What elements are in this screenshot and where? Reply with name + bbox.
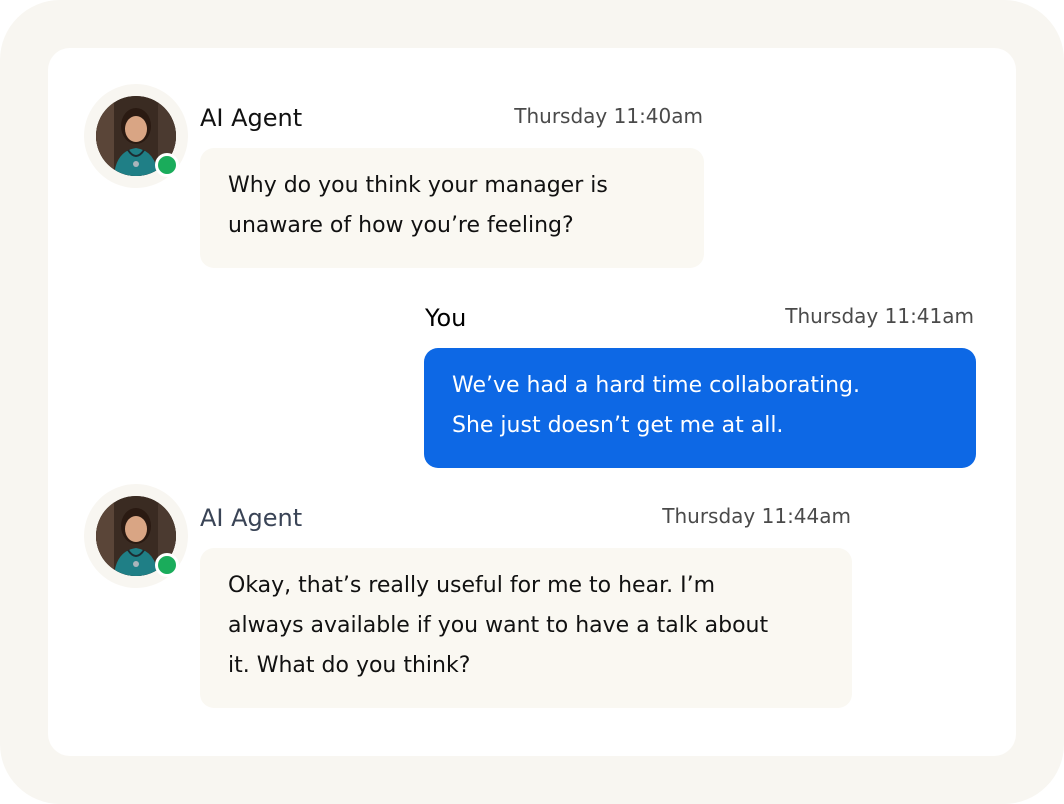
agent-message-bubble: Okay, that’s really useful for me to hea… <box>200 548 852 708</box>
message-timestamp: Thursday 11:41am <box>785 304 974 328</box>
agent-avatar[interactable] <box>84 84 188 188</box>
message-text: it. What do you think? <box>228 653 471 678</box>
agent-message-bubble: Why do you think your manager is unaware… <box>200 148 704 268</box>
message-text: always available if you want to have a t… <box>228 613 769 638</box>
online-status-icon <box>155 553 179 577</box>
sender-name: AI Agent <box>200 504 303 532</box>
message-timestamp: Thursday 11:44am <box>662 504 851 528</box>
message-text: She just doesn’t get me at all. <box>452 413 784 438</box>
online-status-icon <box>155 153 179 177</box>
message-text: Why do you think your manager is <box>228 173 608 198</box>
app-frame: AI Agent Thursday 11:40am Why do you thi… <box>0 0 1064 804</box>
user-message-bubble: We’ve had a hard time collaborating. She… <box>424 348 976 468</box>
message-timestamp: Thursday 11:40am <box>514 104 703 128</box>
sender-name: You <box>425 304 467 332</box>
message-text: Okay, that’s really useful for me to hea… <box>228 573 715 598</box>
sender-name: AI Agent <box>200 104 303 132</box>
agent-avatar[interactable] <box>84 484 188 588</box>
message-text: unaware of how you’re feeling? <box>228 213 574 238</box>
message-text: We’ve had a hard time collaborating. <box>452 373 860 398</box>
